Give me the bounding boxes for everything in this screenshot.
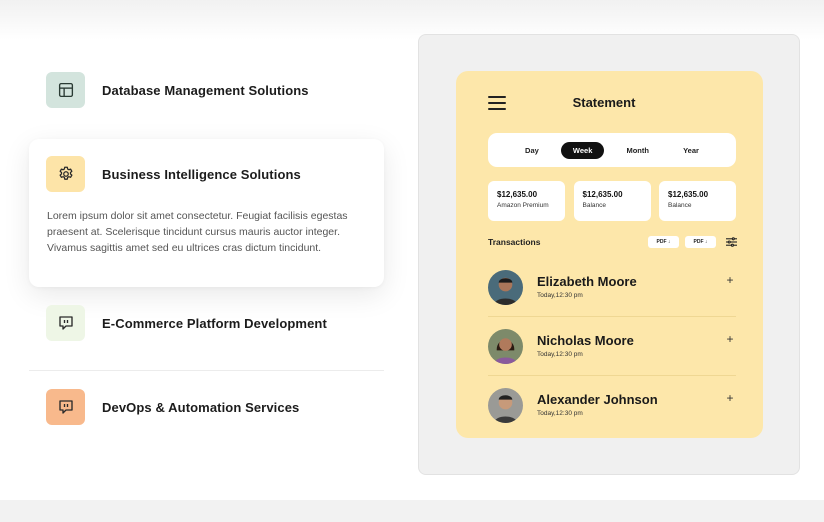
balance-amount: $12,635.00 — [582, 190, 623, 199]
chat-icon — [46, 389, 85, 425]
period-week[interactable]: Week — [560, 141, 605, 159]
transaction-time: Today,12:30 pm — [537, 410, 583, 417]
service-title: DevOps & Automation Services — [102, 399, 300, 415]
balance-amount: $12,635.00 — [497, 190, 538, 199]
service-item-business-intelligence[interactable]: Business Intelligence Solutions — [46, 156, 301, 192]
service-title: Database Management Solutions — [102, 82, 309, 98]
balance-label: Amazon Premium — [497, 202, 549, 209]
plus-icon[interactable]: + — [724, 391, 736, 405]
balance-cards: $12,635.00 Amazon Premium $12,635.00 Bal… — [488, 181, 736, 221]
balance-card[interactable]: $12,635.00 Balance — [659, 181, 736, 221]
transaction-row[interactable]: Alexander Johnson Today,12:30 pm + — [488, 376, 736, 435]
plus-icon[interactable]: + — [724, 273, 736, 287]
transaction-time: Today,12:30 pm — [537, 292, 583, 299]
period-month[interactable]: Month — [614, 142, 661, 159]
transaction-time: Today,12:30 pm — [537, 351, 583, 358]
pdf-label: PDF — [693, 239, 704, 245]
download-icon: ↓ — [703, 239, 708, 245]
bottom-background-strip — [0, 500, 824, 522]
avatar — [488, 329, 523, 364]
divider — [29, 370, 384, 371]
chat-icon — [46, 305, 85, 341]
transaction-name: Elizabeth Moore — [537, 274, 637, 289]
pdf-label: PDF — [656, 239, 667, 245]
balance-card[interactable]: $12,635.00 Amazon Premium — [488, 181, 565, 221]
period-selector: Day Week Month Year — [488, 133, 736, 167]
gear-icon — [46, 156, 85, 192]
balance-label: Balance — [582, 202, 607, 209]
balance-amount: $12,635.00 — [668, 190, 709, 199]
period-year[interactable]: Year — [671, 142, 711, 159]
statement-title: Statement — [572, 95, 636, 110]
service-item-database[interactable]: Database Management Solutions — [46, 72, 309, 108]
balance-label: Balance — [668, 202, 692, 209]
download-icon: ↓ — [666, 239, 671, 245]
service-title: Business Intelligence Solutions — [102, 166, 301, 182]
service-item-ecommerce[interactable]: E-Commerce Platform Development — [46, 305, 327, 341]
layout-icon — [46, 72, 85, 108]
service-description: Lorem ipsum dolor sit amet consectetur. … — [47, 210, 348, 254]
avatar — [488, 388, 523, 423]
period-day[interactable]: Day — [513, 142, 551, 159]
avatar — [488, 270, 523, 305]
transactions-header: Transactions PDF ↓ PDF ↓ — [488, 236, 737, 249]
service-title: E-Commerce Platform Development — [102, 315, 327, 331]
balance-card[interactable]: $12,635.00 Balance — [573, 181, 651, 221]
transactions-title: Transactions — [488, 237, 541, 247]
transaction-row[interactable]: Nicholas Moore Today,12:30 pm + — [488, 317, 736, 376]
pdf-download-button[interactable]: PDF ↓ — [685, 236, 716, 248]
transactions-list: Elizabeth Moore Today,12:30 pm + Nichola… — [488, 258, 736, 435]
pdf-download-button[interactable]: PDF ↓ — [648, 236, 679, 248]
plus-icon[interactable]: + — [724, 332, 736, 346]
statement-phone-mockup: Statement Day Week Month Year $12,635.00… — [456, 71, 763, 438]
transaction-row[interactable]: Elizabeth Moore Today,12:30 pm + — [488, 258, 736, 317]
transaction-name: Nicholas Moore — [537, 333, 634, 348]
service-item-devops[interactable]: DevOps & Automation Services — [46, 389, 299, 425]
filter-icon[interactable] — [726, 237, 737, 247]
transaction-name: Alexander Johnson — [537, 392, 658, 407]
